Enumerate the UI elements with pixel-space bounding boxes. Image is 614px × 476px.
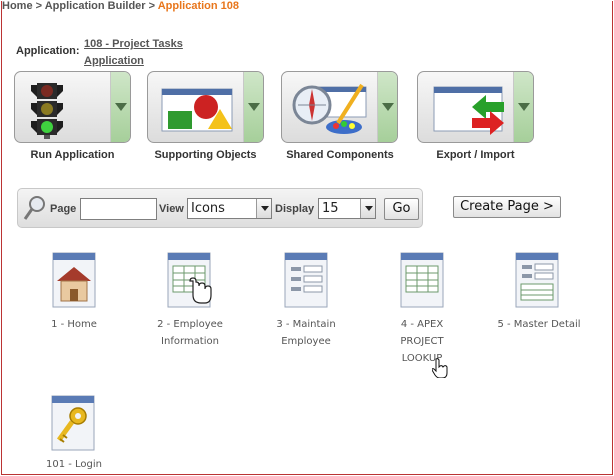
shared-components-button[interactable] <box>281 71 398 143</box>
page-label-101[interactable]: 101 - Login <box>40 456 108 473</box>
export-import-menu-arrow[interactable] <box>513 72 533 142</box>
breadcrumb-application-builder[interactable]: Application Builder <box>45 0 146 12</box>
application-name-line2: Application <box>84 55 144 67</box>
display-select[interactable]: 15 <box>318 198 376 219</box>
page-label-3[interactable]: 3 - Maintain Employee <box>270 316 342 350</box>
view-select-value: Icons <box>191 201 225 216</box>
shapes-icon <box>161 88 233 132</box>
go-button[interactable]: Go <box>384 198 419 220</box>
form-page-icon[interactable] <box>514 251 560 309</box>
page-label-1[interactable]: 1 - Home <box>42 316 106 333</box>
breadcrumb-separator: > <box>35 0 43 12</box>
run-application-button[interactable] <box>14 71 131 143</box>
export-import-arrows-icon <box>433 86 504 135</box>
compass-palette-icon <box>292 83 367 134</box>
login-page-icon[interactable] <box>50 394 96 452</box>
display-label: Display <box>275 203 315 215</box>
hand-pointer-icon <box>432 358 448 378</box>
breadcrumb: Home > Application Builder > Application… <box>2 0 239 14</box>
application-name-link[interactable]: 108 - Project Tasks Application <box>84 36 204 70</box>
chevron-down-icon <box>256 199 271 218</box>
breadcrumb-current: Application 108 <box>157 0 240 12</box>
run-application-menu-arrow[interactable] <box>110 72 130 142</box>
view-select[interactable]: Icons <box>187 198 272 219</box>
run-application-label: Run Application <box>30 149 115 161</box>
form-page-icon[interactable] <box>283 251 329 309</box>
breadcrumb-home[interactable]: Home <box>2 0 33 12</box>
supporting-objects-button[interactable] <box>147 71 264 143</box>
shared-components-menu-arrow[interactable] <box>377 72 397 142</box>
page-filter-label: Page <box>50 203 77 215</box>
chevron-down-icon <box>360 199 375 218</box>
search-icon <box>23 196 45 220</box>
report-page-icon[interactable] <box>166 251 212 309</box>
export-import-label: Export / Import <box>436 149 515 161</box>
report-page-icon[interactable] <box>399 251 445 309</box>
shared-components-label: Shared Components <box>286 149 394 161</box>
export-import-button[interactable] <box>417 71 534 143</box>
create-page-button[interactable]: Create Page > <box>453 196 561 218</box>
traffic-light-icon <box>31 83 63 139</box>
home-page-icon[interactable] <box>51 251 97 309</box>
page-label-5[interactable]: 5 - Master Detail <box>494 316 584 333</box>
application-name-line1: 108 - Project Tasks <box>84 38 183 50</box>
application-label: Application: <box>16 45 80 57</box>
view-label: View <box>159 203 184 215</box>
breadcrumb-separator: > <box>148 0 156 12</box>
page-label-2[interactable]: 2 - Employee Information <box>150 316 230 350</box>
page-filter-bar: Page View Icons Display 15 Go <box>17 188 423 228</box>
display-select-value: 15 <box>322 201 339 216</box>
page-search-input[interactable] <box>80 198 157 220</box>
supporting-objects-menu-arrow[interactable] <box>243 72 263 142</box>
supporting-objects-label: Supporting Objects <box>154 149 257 161</box>
